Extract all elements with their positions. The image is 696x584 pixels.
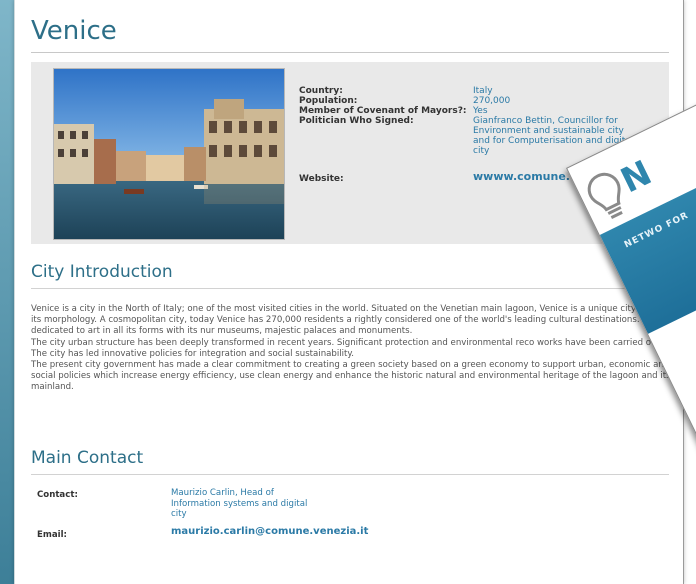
intro-text: Venice is a city in the North of Italy; … (31, 304, 671, 394)
member-value: Yes (473, 106, 488, 116)
email-link[interactable]: maurizio.carlin@comune.venezia.it (171, 526, 368, 538)
intro-paragraph-1: Venice is a city in the North of Italy; … (31, 304, 667, 337)
intro-heading: City Introduction (31, 262, 173, 282)
country-value: Italy (473, 86, 493, 96)
page-title: Venice (31, 16, 117, 46)
city-photo (53, 68, 285, 240)
population-label: Population: (299, 96, 358, 106)
email-label: Email: (37, 530, 67, 540)
intro-paragraph-2: The city urban structure has been deeply… (31, 337, 663, 359)
title-divider (31, 52, 669, 53)
country-value-wrap: Italy (473, 86, 493, 96)
member-value-wrap: Yes (473, 106, 488, 116)
intro-paragraph-3: The present city government has made a c… (31, 360, 671, 393)
contact-heading: Main Contact (31, 448, 144, 468)
city-info-box: Country: Italy Population: 270,000 Membe… (31, 62, 669, 244)
contact-divider (31, 474, 669, 475)
info-row-population: Population: (299, 96, 357, 106)
venice-photo-image (54, 69, 284, 239)
info-row-member: Member of Covenant of Mayors?: (299, 106, 467, 116)
city-profile-page: Venice Country: Italy Population: 270,00… (14, 0, 684, 584)
contact-label: Contact: (37, 490, 78, 500)
member-label: Member of Covenant of Mayors?: (299, 106, 467, 116)
info-row-politician: Politician Who Signed: (299, 116, 414, 126)
contact-value: Maurizio Carlin, Head of Information sys… (171, 488, 308, 519)
background-strip (0, 0, 14, 584)
politician-label: Politician Who Signed: (299, 116, 414, 126)
population-value: 270,000 (473, 96, 511, 106)
info-row-country: Country: (299, 86, 343, 96)
population-value-wrap: 270,000 (473, 96, 510, 106)
website-label: Website: (299, 174, 344, 184)
intro-divider (31, 288, 669, 289)
country-label: Country: (299, 86, 343, 96)
info-row-website: Website: (299, 174, 344, 184)
